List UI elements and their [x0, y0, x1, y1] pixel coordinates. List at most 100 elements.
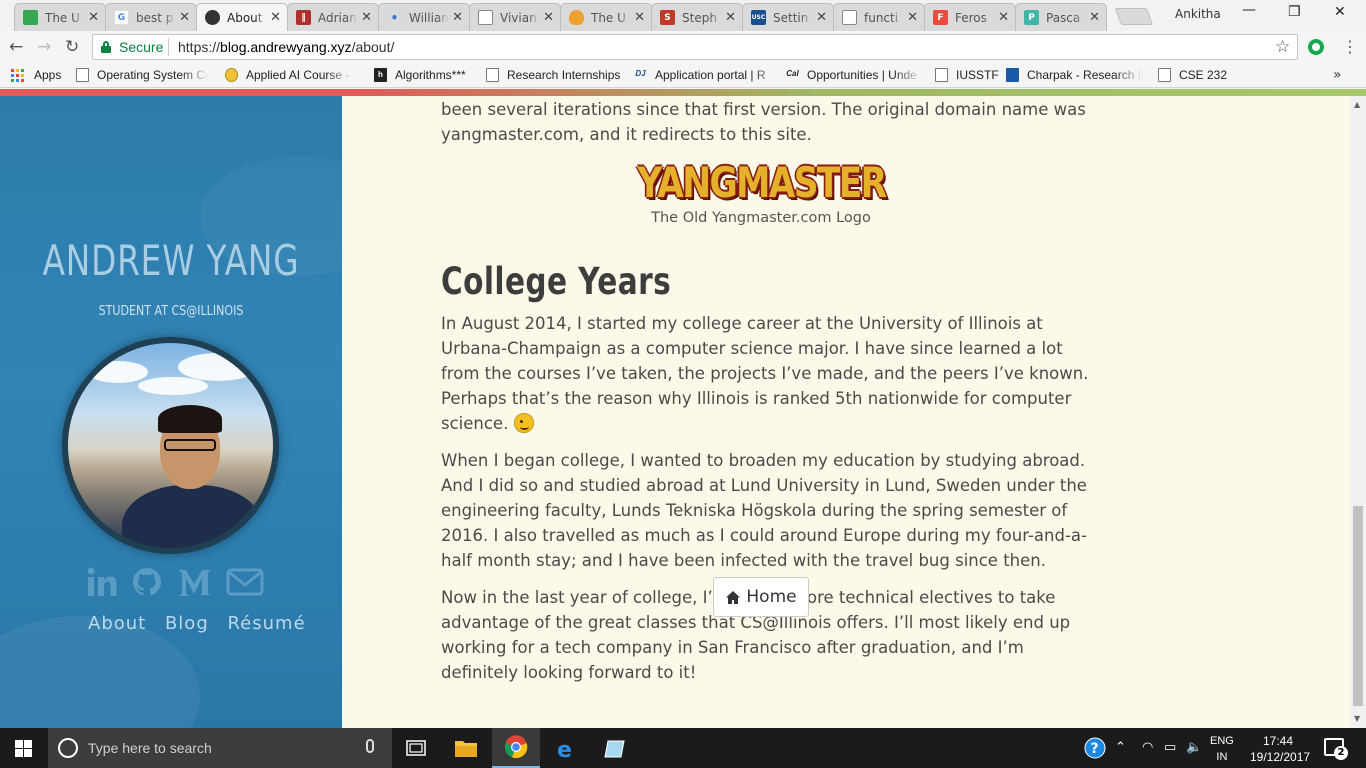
extension-icon[interactable]: [1308, 39, 1324, 55]
tab-1[interactable]: G best p ✕: [105, 3, 197, 31]
page-icon: [76, 68, 89, 82]
home-button[interactable]: Home: [713, 577, 809, 617]
edge-icon[interactable]: e: [542, 728, 590, 768]
task-view-icon[interactable]: [392, 728, 440, 768]
tab-title: Vivian: [500, 10, 537, 25]
close-icon[interactable]: ✕: [543, 10, 554, 25]
file-explorer-icon[interactable]: [442, 728, 490, 768]
bookmark-algorithms[interactable]: h Algorithms***: [374, 68, 466, 82]
yangmaster-logo: YANGMASTER: [636, 158, 887, 207]
tab-10[interactable]: F Feros ✕: [924, 3, 1016, 31]
page-icon: [842, 10, 857, 25]
tab-0[interactable]: The U ✕: [14, 3, 106, 31]
url-text[interactable]: https://blog.andrewyang.xyz/about/: [178, 39, 394, 55]
close-icon[interactable]: ✕: [634, 10, 645, 25]
tab-4[interactable]: • William ✕: [378, 3, 470, 31]
windows-start-icon[interactable]: [15, 740, 33, 757]
windows-taskbar: Type here to search e ? ⌃ ◠ ▭ 🔈 ENG IN 1…: [0, 728, 1366, 768]
tab-title: Steph: [682, 10, 717, 25]
bookmark-research-internships[interactable]: Research Internships: [486, 68, 620, 82]
close-icon[interactable]: ✕: [1089, 10, 1100, 25]
scroll-up-icon[interactable]: ▲: [1354, 100, 1360, 109]
reload-icon[interactable]: ↻: [65, 37, 79, 57]
chevron-double-right-icon[interactable]: »: [1333, 67, 1342, 83]
security-label[interactable]: Secure: [119, 39, 163, 55]
section-heading: College Years: [441, 260, 672, 303]
clock-date: 19/12/2017: [1250, 750, 1311, 764]
scroll-down-icon[interactable]: ▼: [1354, 714, 1360, 723]
bookmark-apps[interactable]: Apps: [34, 68, 61, 82]
tab-6[interactable]: The U ✕: [560, 3, 652, 31]
medium-icon[interactable]: [176, 566, 212, 598]
f-logo-icon: F: [933, 10, 948, 25]
bookmark-label: Apps: [34, 68, 62, 82]
s-logo-icon: S: [660, 10, 675, 25]
linkedin-icon[interactable]: [86, 566, 118, 598]
bookmark-label: IUSSTF: [956, 68, 999, 82]
lock-icon: [101, 41, 111, 53]
bookmark-star-icon[interactable]: ☆: [1275, 37, 1290, 57]
divider: [168, 38, 169, 56]
bookmark-charpak[interactable]: Charpak - Research Ir: [1006, 68, 1143, 82]
usc-icon: USC: [751, 10, 766, 25]
close-icon[interactable]: ✕: [88, 10, 99, 25]
bars-icon: ‖: [296, 10, 311, 25]
help-icon[interactable]: ?: [1084, 737, 1106, 759]
kebab-menu-icon[interactable]: ⋮: [1342, 37, 1358, 56]
close-icon[interactable]: ✕: [270, 10, 281, 25]
bookmark-label: Research Internships: [507, 68, 621, 82]
tab-9[interactable]: functi ✕: [833, 3, 925, 31]
tab-2-active[interactable]: About ✕: [196, 3, 288, 31]
forward-arrow-icon[interactable]: →: [37, 37, 51, 57]
system-clock[interactable]: 17:44 19/12/2017: [1250, 733, 1311, 765]
nav-resume[interactable]: Résumé: [227, 613, 305, 634]
close-icon[interactable]: ✕: [452, 10, 463, 25]
chrome-icon[interactable]: [492, 728, 540, 768]
tab-8[interactable]: USC Settin ✕: [742, 3, 834, 31]
close-window-icon[interactable]: ✕: [1334, 4, 1346, 20]
bookmark-operating-system[interactable]: Operating System Co: [76, 68, 209, 82]
notepad-icon[interactable]: [592, 728, 640, 768]
bookmark-cse-232[interactable]: CSE 232: [1158, 68, 1227, 82]
bookmark-opportunities[interactable]: Cal Opportunities | Unde: [786, 68, 923, 82]
close-icon[interactable]: ✕: [361, 10, 372, 25]
close-icon[interactable]: ✕: [179, 10, 190, 25]
nav-blog[interactable]: Blog: [165, 613, 209, 634]
wifi-icon[interactable]: ◠: [1142, 740, 1153, 755]
bookmark-label: Charpak - Research Ir: [1027, 68, 1143, 82]
bookmark-iusstf[interactable]: IUSSTF: [935, 68, 999, 82]
bookmark-label: Algorithms***: [395, 68, 466, 82]
minimize-icon[interactable]: —: [1242, 2, 1256, 18]
email-icon[interactable]: [226, 566, 264, 598]
tab-3[interactable]: ‖ Adrian ✕: [287, 3, 379, 31]
tab-5[interactable]: Vivian ✕: [469, 3, 561, 31]
apps-grid-icon[interactable]: [11, 69, 24, 82]
close-icon[interactable]: ✕: [998, 10, 1009, 25]
url-scheme: https://: [178, 39, 221, 55]
nav-about[interactable]: About: [88, 613, 146, 634]
microphone-icon[interactable]: [366, 739, 374, 753]
chevron-up-icon[interactable]: ⌃: [1115, 740, 1126, 755]
battery-icon[interactable]: ▭: [1164, 740, 1176, 755]
close-icon[interactable]: ✕: [907, 10, 918, 25]
tab-7[interactable]: S Steph ✕: [651, 3, 743, 31]
tab-title: William: [409, 10, 450, 25]
back-arrow-icon[interactable]: ←: [9, 37, 23, 57]
bookmark-applied-ai[interactable]: Applied AI Course - I: [225, 68, 354, 82]
restore-icon[interactable]: ❐: [1288, 4, 1301, 20]
profile-name[interactable]: Ankitha: [1175, 7, 1221, 21]
tab-title: Feros: [955, 10, 987, 25]
bookmark-application-portal[interactable]: DJ Application portal | R: [634, 68, 783, 82]
cloud-icon: [569, 10, 584, 25]
new-tab-button[interactable]: [1114, 8, 1154, 25]
vertical-scrollbar[interactable]: ▲ ▼: [1350, 96, 1366, 728]
dot-icon: •: [390, 10, 399, 25]
input-language[interactable]: ENG IN: [1210, 733, 1234, 765]
close-icon[interactable]: ✕: [816, 10, 827, 25]
tab-11[interactable]: P Pasca ✕: [1015, 3, 1107, 31]
author-name[interactable]: ANDREW YANG: [38, 236, 305, 285]
volume-icon[interactable]: 🔈: [1186, 740, 1202, 755]
close-icon[interactable]: ✕: [725, 10, 736, 25]
scrollbar-thumb[interactable]: [1353, 506, 1363, 706]
github-icon[interactable]: [131, 566, 163, 598]
